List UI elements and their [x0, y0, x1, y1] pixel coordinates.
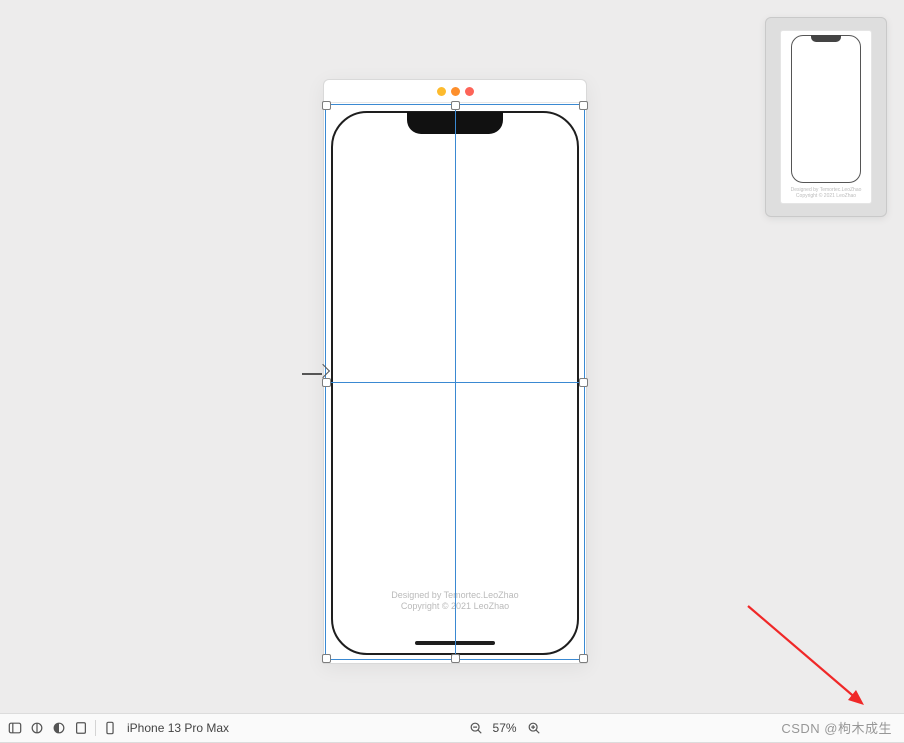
contrast-circle-icon[interactable] [26, 718, 48, 738]
credits-line: Designed by Temortec.LeoZhao [333, 590, 577, 602]
bottom-toolbar: iPhone 13 Pro Max 57% [0, 713, 904, 743]
close-icon[interactable] [437, 87, 446, 96]
launch-credits: Designed by Temortec.LeoZhao Copyright ©… [333, 590, 577, 613]
preview-device-notch [811, 35, 841, 42]
toolbar-separator [95, 720, 96, 736]
simulator-window: Designed by Temortec.LeoZhao Copyright ©… [323, 79, 587, 664]
device-notch [407, 112, 503, 134]
zoom-value[interactable]: 57% [493, 721, 517, 735]
tablet-icon[interactable] [70, 718, 92, 738]
minimize-icon[interactable] [451, 87, 460, 96]
maximize-icon[interactable] [465, 87, 474, 96]
device-frame: Designed by Temortec.LeoZhao Copyright ©… [331, 111, 579, 655]
preview-credits: Designed by Temortec.LeoZhao Copyright ©… [791, 187, 862, 199]
zoom-controls: 57% [465, 718, 545, 738]
zoom-in-icon[interactable] [523, 718, 545, 738]
preview-content: Designed by Temortec.LeoZhao Copyright ©… [780, 30, 872, 204]
zoom-out-icon[interactable] [465, 718, 487, 738]
preview-thumbnail[interactable]: Designed by Temortec.LeoZhao Copyright ©… [765, 17, 887, 217]
preview-device-frame [791, 35, 861, 183]
dark-mode-icon[interactable] [48, 718, 70, 738]
credits-line: Copyright © 2021 LeoZhao [333, 601, 577, 613]
preview-credits-line: Copyright © 2021 LeoZhao [791, 193, 862, 199]
device-shell: Designed by Temortec.LeoZhao Copyright ©… [324, 103, 586, 663]
phone-icon[interactable] [99, 718, 121, 738]
home-indicator [415, 641, 495, 645]
device-label[interactable]: iPhone 13 Pro Max [127, 721, 229, 735]
simulator-titlebar[interactable] [324, 80, 586, 103]
annotation-arrow-icon [740, 598, 880, 718]
panel-left-icon[interactable] [4, 718, 26, 738]
